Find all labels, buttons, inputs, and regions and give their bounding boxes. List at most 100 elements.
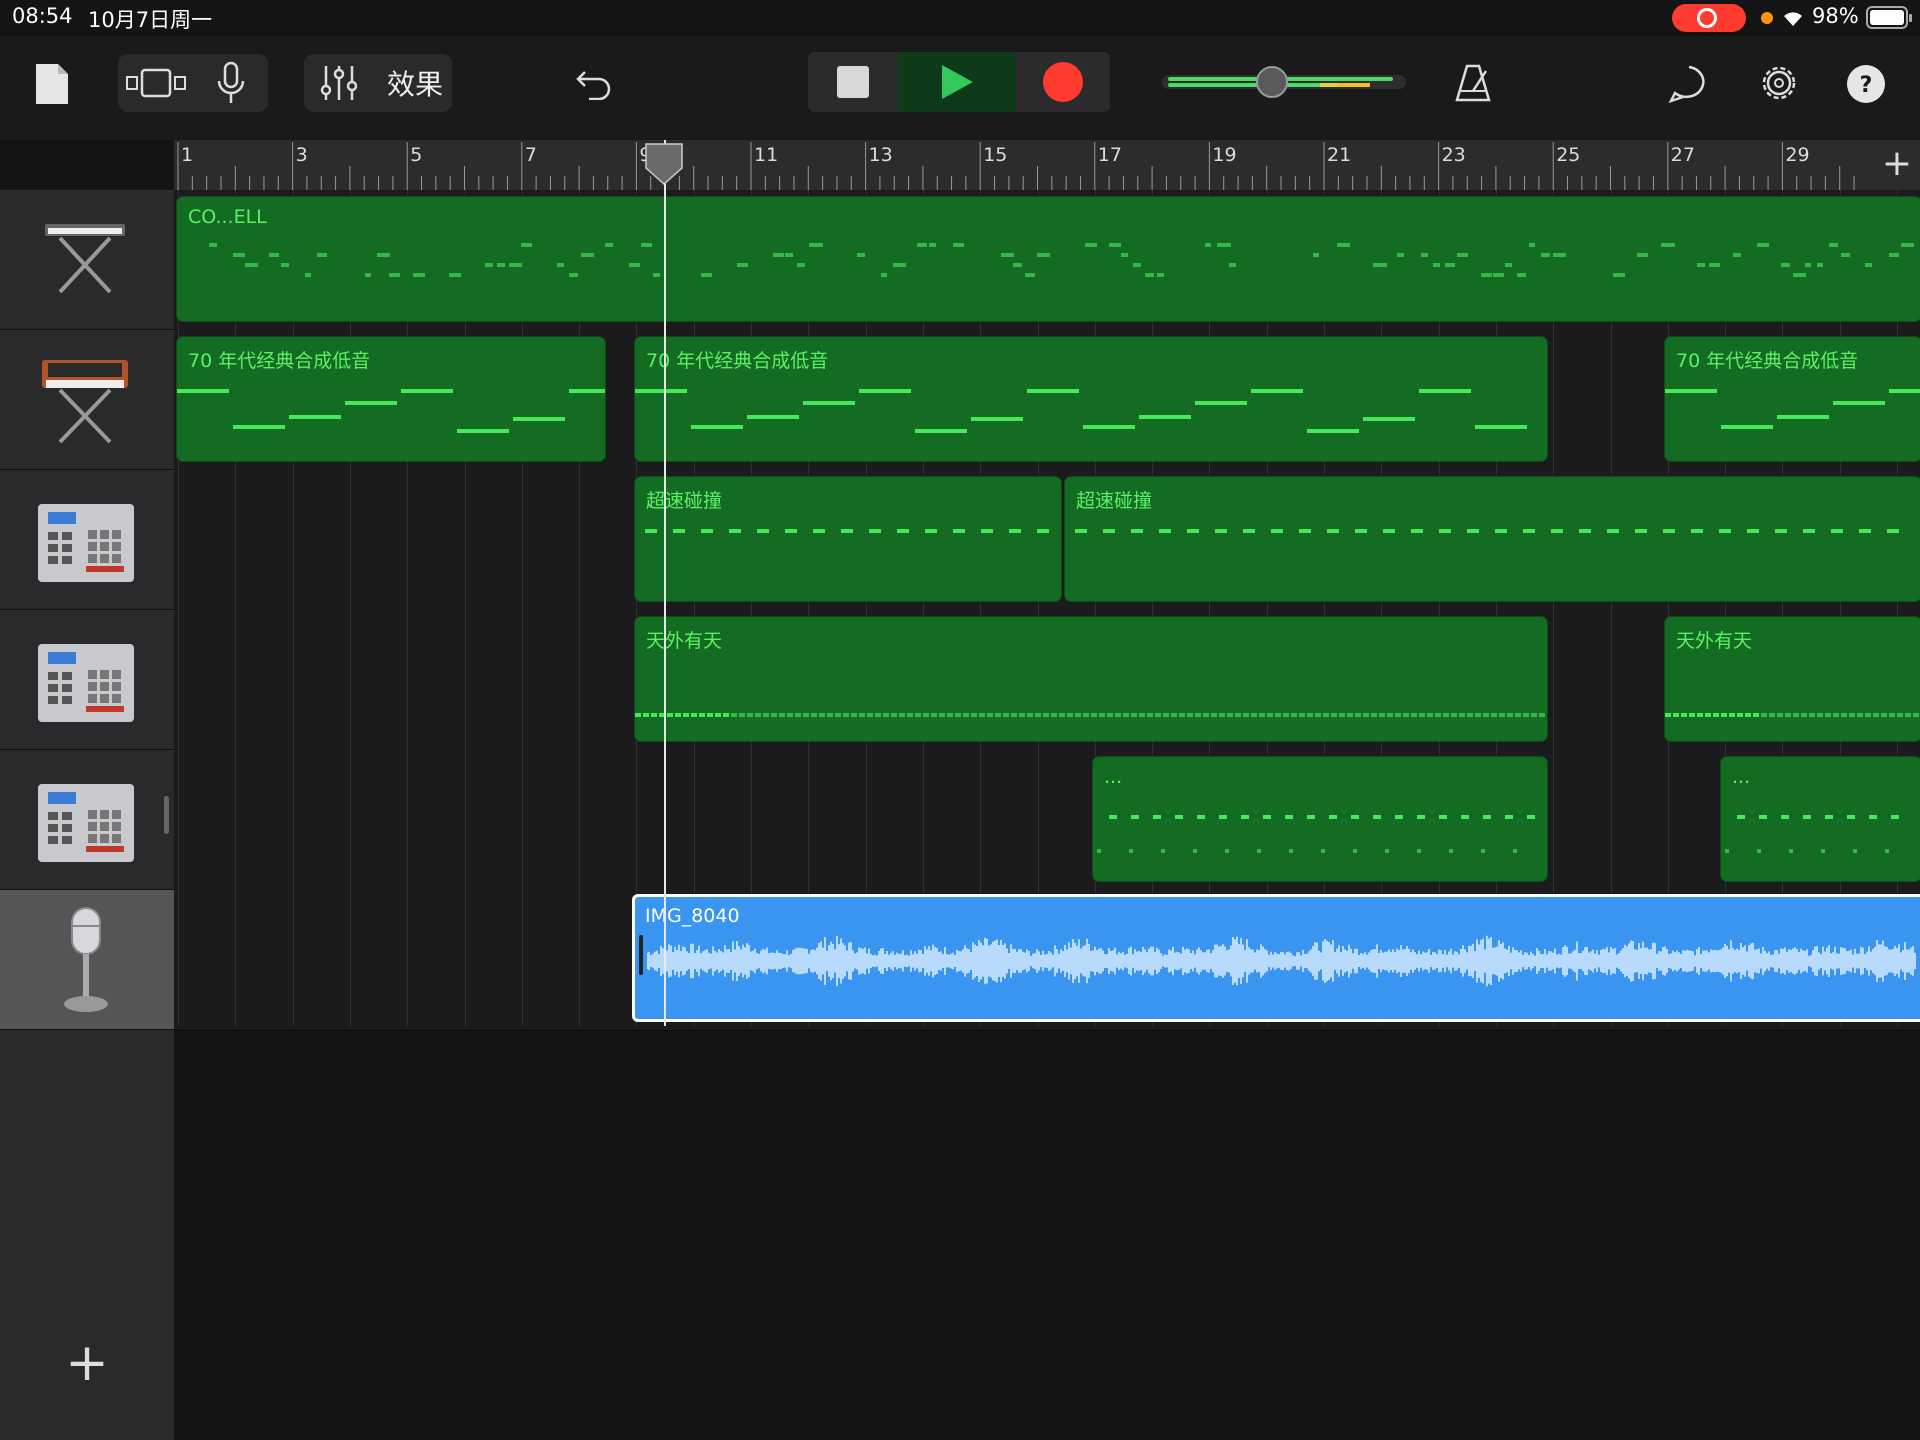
midi-note [1737,815,1745,819]
track-header-keyboard[interactable] [0,190,174,330]
midi-note [1681,713,1687,717]
midi-note [773,253,785,257]
fx-label: 效果 [386,68,443,101]
midi-note [1833,713,1839,717]
midi-note [771,713,777,717]
drummer-region-c-2[interactable]: ... [1720,756,1920,882]
midi-note [1251,713,1257,717]
document-icon [36,64,68,104]
stop-button[interactable] [808,52,898,112]
midi-note [1171,713,1177,717]
mixer-button[interactable] [314,58,364,108]
add-track-button[interactable]: + [60,1336,114,1390]
drum-machine-icon [38,504,134,582]
midi-note [1793,273,1807,277]
midi-region-bass-3[interactable]: 70 年代经典合成低音 [1664,336,1920,462]
midi-note [1905,713,1911,717]
midi-note [723,713,729,717]
master-volume-slider[interactable] [1160,64,1410,98]
my-songs-button[interactable] [30,58,74,110]
drummer-region-c-1[interactable]: ... [1092,756,1548,882]
midi-note [1363,713,1369,717]
midi-region-bass-2[interactable]: 70 年代经典合成低音 [634,336,1548,462]
midi-note [1853,849,1857,853]
bar-number-5: 5 [410,144,423,166]
browser-button[interactable] [122,58,192,108]
drummer-region-b-2[interactable]: 天外有天 [1664,616,1920,742]
midi-note [1523,713,1529,717]
midi-note [1451,713,1457,717]
midi-note [1075,713,1081,717]
settings-button[interactable] [1754,58,1804,108]
midi-note [1383,529,1395,533]
track-header-audio-recorder[interactable] [0,890,174,1030]
midi-note [947,713,953,717]
timeline-ruler[interactable]: 1357911131517192123252729 [174,140,1920,191]
midi-note [1385,849,1389,853]
track-resize-handle[interactable] [164,796,169,834]
region-trim-handle[interactable] [639,935,643,975]
midi-note [1805,263,1812,267]
drummer-region-b-1[interactable]: 天外有天 [634,616,1548,742]
track-header-drum-a[interactable] [0,470,174,610]
midi-note [675,713,681,717]
undo-button[interactable] [570,58,620,108]
record-icon [1043,62,1083,102]
midi-note [715,713,721,717]
track-header-drum-c[interactable] [0,750,174,890]
midi-note [509,263,523,267]
midi-note [1803,529,1815,533]
midi-note [1697,263,1706,267]
metronome-button[interactable] [1450,58,1496,108]
screen-recording-indicator[interactable] [1672,4,1746,32]
midi-note [1439,815,1447,819]
playhead-handle[interactable] [644,142,684,186]
audio-region[interactable]: IMG_8040 [632,894,1920,1022]
midi-note [923,713,929,717]
midi-note [1025,273,1036,277]
smart-controls-button[interactable] [206,58,256,108]
midi-note [1721,713,1727,717]
tracks-view-icon [126,68,186,98]
midi-note [1495,529,1507,533]
midi-note [1205,243,1212,247]
help-button[interactable]: ? [1844,62,1888,106]
midi-region-keys[interactable]: CO...ELL [176,196,1920,322]
midi-note [795,713,801,717]
midi-note [1133,263,1141,267]
track-header-drum-b[interactable] [0,610,174,750]
synthesizer-icon [42,360,128,444]
midi-note [953,529,965,533]
midi-note [651,713,657,717]
midi-note [1175,815,1183,819]
fx-button[interactable]: 效果 [380,58,450,108]
midi-note [1009,529,1021,533]
midi-note [1705,713,1711,717]
midi-note [979,713,985,717]
play-button[interactable] [898,52,1016,112]
midi-note [1689,713,1695,717]
region-label: 70 年代经典合成低音 [1676,350,1859,372]
midi-note [1417,815,1425,819]
battery-icon [1866,6,1912,29]
midi-note [1147,713,1153,717]
wifi-icon [1784,12,1802,26]
tracks-area[interactable]: CO...ELL 70 年代经典合成低音 70 年代经典合成低音 70 年代经典… [174,190,1920,1440]
track-header-synth-bass[interactable] [0,330,174,470]
add-section-button[interactable]: + [1878,144,1916,184]
drummer-region-a-2[interactable]: 超速碰撞 [1064,476,1920,602]
midi-note [1901,243,1914,247]
loop-browser-button[interactable] [1664,58,1714,108]
region-label: ... [1104,766,1123,788]
midi-note [683,713,689,717]
midi-note [1013,263,1022,267]
bar-number-21: 21 [1327,144,1352,166]
midi-note [1777,415,1829,419]
record-button[interactable] [1016,52,1110,112]
midi-region-bass-1[interactable]: 70 年代经典合成低音 [176,336,606,462]
midi-note [1227,713,1233,717]
svg-text:?: ? [1860,73,1873,98]
midi-note [401,389,453,393]
drummer-region-a-1[interactable]: 超速碰撞 [634,476,1062,602]
midi-note [1449,849,1453,853]
